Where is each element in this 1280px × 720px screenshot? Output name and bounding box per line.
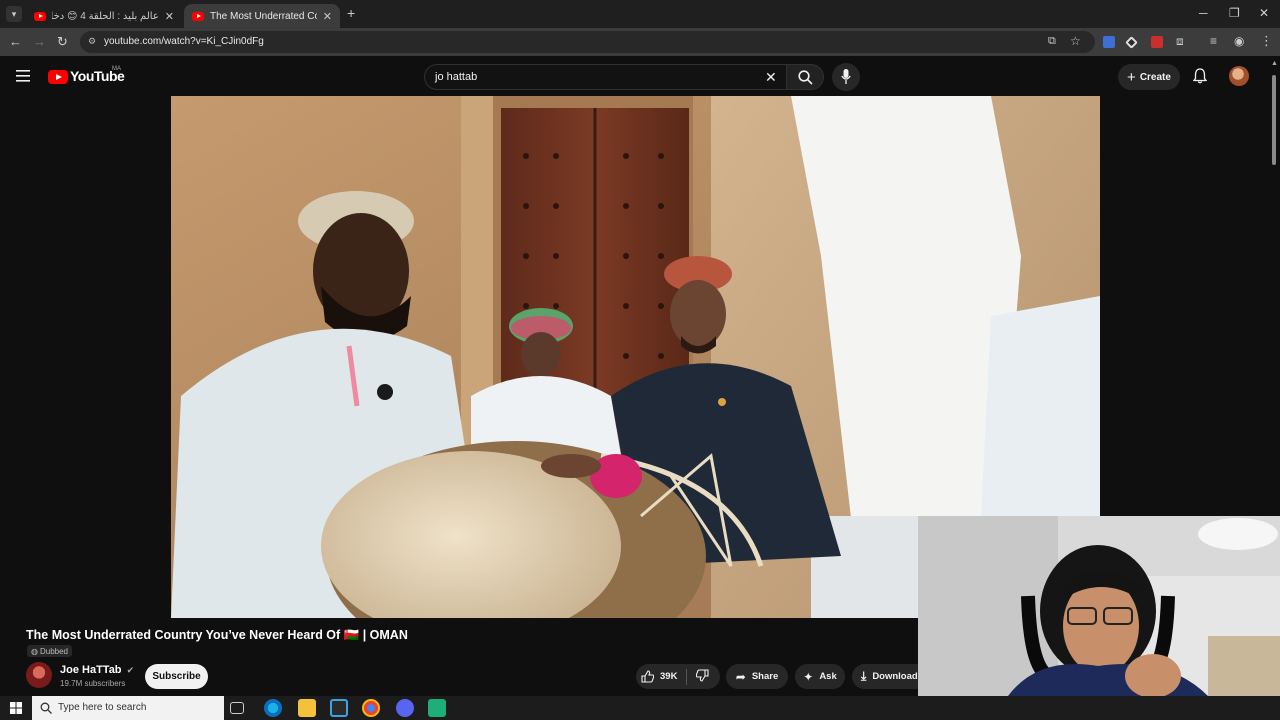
file-explorer-icon[interactable] bbox=[298, 699, 316, 717]
windows-taskbar: Type here to search bbox=[0, 696, 1280, 720]
subscriber-count: 19.7M subscribers bbox=[60, 679, 126, 688]
taskbar-search-icon bbox=[40, 702, 52, 714]
minimize-icon[interactable]: ─ bbox=[1199, 6, 1208, 20]
dubbed-badge: ◍ Dubbed bbox=[27, 645, 73, 657]
address-bar-row: ← → ↻ ⚙ youtube.com/watch?v=Ki_CJin0dFg … bbox=[0, 28, 1280, 56]
url-text: youtube.com/watch?v=Ki_CJin0dFg bbox=[104, 36, 264, 47]
scroll-up-icon[interactable]: ▲ bbox=[1271, 60, 1278, 67]
translate-extension-icon[interactable] bbox=[1103, 36, 1115, 48]
webcam-feed-image bbox=[918, 516, 1280, 696]
hamburger-menu-icon[interactable] bbox=[16, 70, 30, 82]
video-title: The Most Underrated Country You’ve Never… bbox=[26, 628, 408, 642]
verified-icon: ✔ bbox=[126, 665, 135, 675]
browser-tab-strip: ▾ عالم بليد : الحلقة 4 😊 دخلنا عزنة ✕ Th… bbox=[0, 0, 1280, 28]
install-app-icon[interactable]: ⧉ bbox=[1048, 35, 1056, 48]
dubbed-icon: ◍ bbox=[31, 646, 38, 656]
bookmark-star-icon[interactable]: ☆ bbox=[1070, 34, 1081, 48]
like-button[interactable]: 39K bbox=[636, 670, 686, 683]
voice-search-button[interactable] bbox=[832, 63, 860, 91]
diamond-extension-icon[interactable] bbox=[1125, 36, 1138, 49]
sparkle-icon: ✦ bbox=[803, 669, 814, 684]
share-arrow-icon: ➦ bbox=[735, 669, 746, 684]
microphone-icon bbox=[841, 69, 851, 84]
windows-start-icon[interactable] bbox=[10, 702, 22, 714]
create-label: Create bbox=[1139, 71, 1171, 83]
search-icon bbox=[798, 70, 813, 85]
subscribe-button[interactable]: Subscribe bbox=[145, 664, 208, 689]
forward-icon[interactable]: → bbox=[33, 34, 46, 49]
new-tab-icon[interactable]: + bbox=[347, 5, 355, 21]
close-tab-icon[interactable]: ✕ bbox=[165, 10, 174, 23]
youtube-logo-icon bbox=[48, 70, 68, 84]
chrome-browser-icon[interactable] bbox=[362, 699, 380, 717]
dislike-button[interactable] bbox=[687, 668, 709, 685]
site-info-icon[interactable]: ⚙ bbox=[88, 36, 96, 47]
share-button[interactable]: ➦ Share bbox=[726, 664, 788, 689]
account-avatar[interactable] bbox=[1229, 66, 1249, 86]
plus-icon: + bbox=[1127, 68, 1136, 86]
thumbs-down-icon bbox=[695, 668, 709, 682]
microsoft-store-icon[interactable] bbox=[330, 699, 348, 717]
like-dislike-group: 39K bbox=[636, 664, 720, 689]
region-code: MA bbox=[112, 66, 121, 72]
channel-name[interactable]: Joe HaTTab ✔ bbox=[60, 664, 134, 676]
youtube-favicon-icon bbox=[34, 11, 46, 21]
pdf-extension-icon[interactable] bbox=[1151, 36, 1163, 48]
close-window-icon[interactable]: ✕ bbox=[1259, 6, 1269, 20]
browser-tab-2[interactable]: The Most Underrated Country ✕ bbox=[184, 4, 340, 28]
youtube-header: YouTube MA jo hattab ✕ + Create bbox=[0, 56, 1280, 96]
search-value: jo hattab bbox=[435, 71, 478, 83]
dubbed-label: Dubbed bbox=[39, 646, 69, 656]
tab-search-icon[interactable]: ▾ bbox=[6, 6, 22, 22]
browser-menu-icon[interactable]: ⋮ bbox=[1260, 33, 1273, 49]
search-input[interactable]: jo hattab ✕ bbox=[424, 64, 787, 90]
youtube-favicon-icon bbox=[192, 11, 204, 21]
extensions-puzzle-icon[interactable]: ⧈ bbox=[1176, 34, 1184, 49]
thumbs-up-icon bbox=[641, 670, 654, 683]
edge-browser-icon[interactable] bbox=[264, 699, 282, 717]
webcam-overlay bbox=[918, 516, 1280, 696]
discord-icon[interactable] bbox=[396, 699, 414, 717]
back-icon[interactable]: ← bbox=[9, 34, 22, 49]
tab-title: عالم بليد : الحلقة 4 😊 دخلنا عزنة bbox=[52, 10, 159, 22]
taskbar-search-box[interactable]: Type here to search bbox=[32, 696, 224, 720]
clear-search-icon[interactable]: ✕ bbox=[765, 69, 777, 86]
restore-icon[interactable]: ❐ bbox=[1229, 6, 1240, 20]
notifications-bell-icon[interactable] bbox=[1193, 68, 1207, 84]
task-view-icon[interactable] bbox=[230, 702, 244, 714]
browser-tab-1[interactable]: عالم بليد : الحلقة 4 😊 دخلنا عزنة ✕ bbox=[26, 4, 182, 28]
download-icon: ⤓ bbox=[861, 669, 867, 683]
ask-label: Ask bbox=[819, 671, 837, 682]
tab-title: The Most Underrated Country bbox=[210, 10, 317, 22]
address-bar[interactable]: ⚙ youtube.com/watch?v=Ki_CJin0dFg ⧉ ☆ bbox=[80, 31, 1095, 53]
page-scrollbar[interactable] bbox=[1272, 75, 1276, 165]
create-button[interactable]: + Create bbox=[1118, 64, 1180, 90]
ask-button[interactable]: ✦ Ask bbox=[795, 664, 845, 689]
share-label: Share bbox=[751, 671, 779, 682]
search-button[interactable] bbox=[786, 64, 824, 90]
channel-name-text: Joe HaTTab bbox=[60, 664, 122, 676]
reload-icon[interactable]: ↻ bbox=[57, 34, 68, 50]
close-tab-icon[interactable]: ✕ bbox=[323, 10, 332, 23]
media-control-icon[interactable]: ≡ bbox=[1210, 34, 1217, 48]
like-count: 39K bbox=[660, 671, 678, 682]
channel-avatar[interactable] bbox=[26, 662, 52, 688]
profile-icon[interactable]: ◉ bbox=[1234, 34, 1244, 48]
taskbar-search-placeholder: Type here to search bbox=[58, 702, 147, 713]
download-label: Download bbox=[872, 671, 918, 682]
app-icon[interactable] bbox=[428, 699, 446, 717]
